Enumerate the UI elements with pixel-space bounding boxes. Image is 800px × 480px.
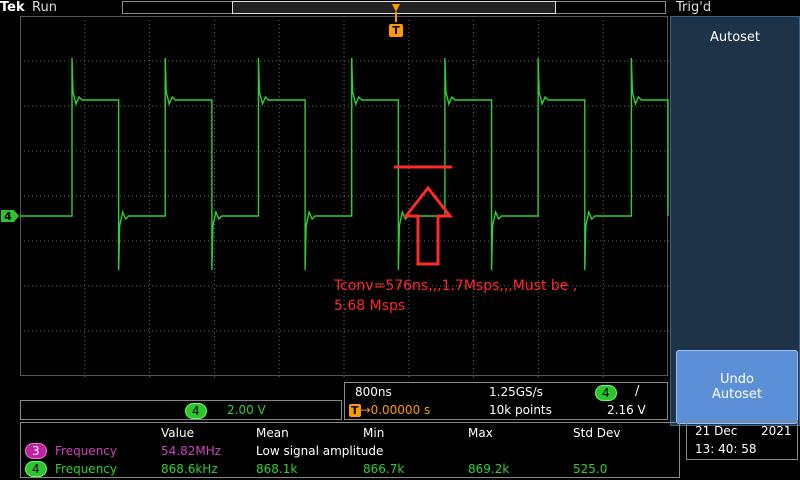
row1-channel-badge: 3 — [25, 443, 47, 459]
row2-max: 869.2k — [468, 462, 510, 476]
trigger-level: 2.16 V — [607, 403, 646, 417]
channel-marker-label: 4 — [4, 210, 12, 223]
autoset-title: Autoset — [709, 30, 761, 45]
year: 2021 — [761, 424, 792, 438]
row1-name: Frequency — [55, 444, 117, 458]
timebase-readout[interactable]: 800ns 1.25GS/s 4 / T →0.00000 s 10k point… — [344, 382, 668, 420]
row2-std-dev: 525.0 — [573, 462, 608, 476]
trigger-marker-icon: T — [389, 4, 403, 37]
header-min: Min — [363, 426, 385, 440]
channel-scale-readout[interactable]: 4 2.00 V — [20, 400, 342, 420]
date-time: 21 Dec 2021 13: 40: 58 — [686, 420, 798, 460]
annotation-text: Tconv=576ns,,,1.7Msps,,,Must be , 5.68 M… — [334, 276, 634, 316]
row2-min: 866.7k — [363, 462, 405, 476]
date: 21 Dec — [695, 424, 738, 438]
row2-mean: 868.1k — [256, 462, 298, 476]
sample-rate: 1.25GS/s — [489, 385, 543, 399]
row2-channel-badge: 4 — [25, 461, 47, 477]
up-arrow-icon — [402, 185, 454, 266]
header-value: Value — [161, 426, 194, 440]
header-mean: Mean — [256, 426, 289, 440]
position-arrow-icon: → — [360, 403, 371, 417]
header-max: Max — [468, 426, 493, 440]
horizontal-position: 0.00000 s — [370, 403, 431, 417]
ground-marker-icon: 4 — [1, 210, 19, 223]
trigger-marker-label: T — [392, 24, 400, 37]
measurement-table[interactable]: Value Mean Min Max Std Dev 3 Frequency 5… — [20, 422, 680, 478]
position-readout: T →0.00000 s — [349, 403, 430, 417]
annotation-line2: 5.68 Msps — [334, 298, 406, 314]
volts-per-div: 2.00 V — [227, 403, 266, 417]
annotation-line1: Tconv=576ns,,,1.7Msps,,,Must be , — [334, 278, 578, 294]
record-length: 10k points — [489, 403, 552, 417]
time: 13: 40: 58 — [695, 442, 757, 456]
row1-value: 54.82MHz — [161, 444, 222, 458]
autoset-label: Autoset — [711, 387, 763, 402]
channel-4-badge: 4 — [185, 403, 207, 419]
position-marker-icon: T — [349, 404, 361, 417]
row2-name: Frequency — [55, 462, 117, 476]
header-std-dev: Std Dev — [573, 426, 621, 440]
row2-value: 868.6kHz — [161, 462, 218, 476]
undo-autoset-button[interactable]: Undo Autoset — [676, 350, 798, 424]
trigger-channel-badge: 4 — [595, 385, 617, 401]
time-per-div: 800ns — [355, 385, 392, 399]
row1-mean: Low signal amplitude — [256, 444, 384, 458]
trigger-slope-icon: / — [635, 384, 640, 399]
grid-lines — [20, 16, 669, 377]
undo-label: Undo — [720, 372, 754, 387]
